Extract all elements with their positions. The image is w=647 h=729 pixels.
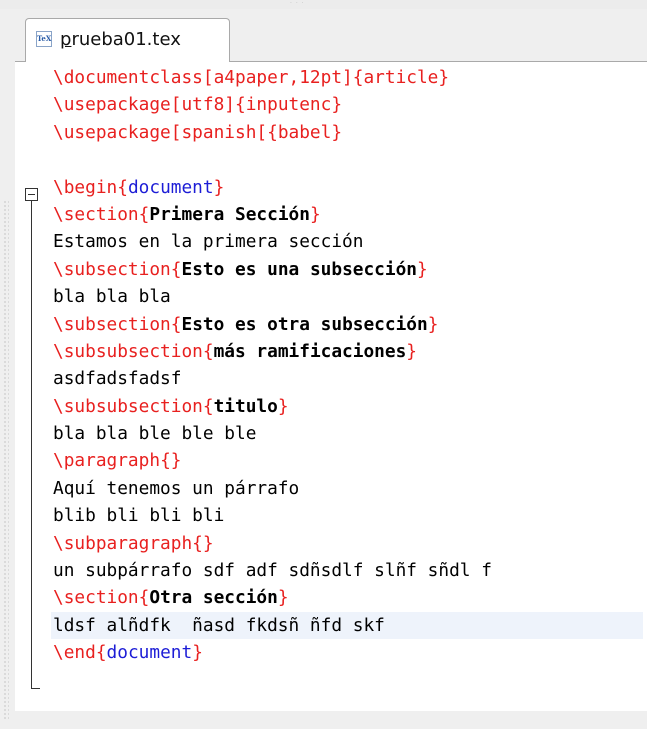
brace: {} <box>160 450 182 472</box>
latex-command: \subsubsection <box>53 340 203 362</box>
drag-handle-dots: · · · <box>290 0 305 7</box>
code-line[interactable]: \subsubsection{titulo} <box>53 393 643 420</box>
brace: } <box>309 203 321 225</box>
code-editor[interactable]: \documentclass[a4paper,12pt]{article} \u… <box>15 61 647 711</box>
brace: {} <box>192 532 214 554</box>
brace: } <box>213 176 225 198</box>
brace: { <box>138 203 150 225</box>
brace: { <box>202 340 214 362</box>
tab-label-rest: rueba01.tex <box>71 29 181 50</box>
section-title: titulo <box>213 395 278 417</box>
code-line-empty[interactable] <box>53 146 643 173</box>
brace: } <box>192 642 203 664</box>
code-line[interactable]: \section{Primera Sección} <box>53 201 643 228</box>
section-title: Otra sección <box>149 587 278 609</box>
latex-options: [a4paper,12pt]{article} <box>202 67 450 88</box>
code-line[interactable]: blib bli bli bli <box>53 502 643 529</box>
code-line[interactable]: \subsubsection{más ramificaciones} <box>53 338 643 365</box>
latex-argument: document <box>106 642 193 664</box>
tab-label: prueba01.tex <box>60 29 181 51</box>
fold-range-line <box>31 201 32 689</box>
code-line[interactable]: Aquí tenemos un párrafo <box>53 475 643 502</box>
brace: { <box>95 642 107 664</box>
latex-command: \documentclass <box>53 67 203 88</box>
code-line[interactable]: \subsection{Esto es otra subsección} <box>53 311 643 338</box>
code-line-current[interactable]: ldsf alñdfk ñasd fkdsñ ñfd skf <box>51 611 643 640</box>
code-line[interactable]: \usepackage[utf8]{inputenc} <box>53 91 643 118</box>
latex-command: \subsection <box>53 258 171 280</box>
section-title: Primera Sección <box>149 203 310 225</box>
code-line[interactable]: un subpárrafo sdf adf sdñsdlf slñf sñdl … <box>53 557 643 584</box>
latex-options: [utf8]{inputenc} <box>170 94 343 116</box>
latex-command: \subsection <box>53 313 171 335</box>
latex-command: \paragraph <box>53 450 161 472</box>
tex-file-icon: TeX <box>36 31 52 47</box>
latex-command: \section <box>53 587 139 609</box>
collapse-icon[interactable] <box>25 188 38 201</box>
section-title: Esto es otra subsección <box>181 313 428 335</box>
latex-argument: document <box>127 176 214 198</box>
code-line[interactable]: \paragraph{} <box>53 447 643 474</box>
brace: { <box>117 176 128 198</box>
window-top-strip: · · · <box>0 0 647 9</box>
latex-command: \end <box>53 642 96 664</box>
code-line[interactable]: \subparagraph{} <box>53 530 643 557</box>
code-line[interactable]: \usepackage[spanish[{babel} <box>53 119 643 146</box>
fold-range-end <box>31 688 40 689</box>
section-title: más ramificaciones <box>213 340 407 362</box>
brace: { <box>170 313 182 335</box>
left-edge-dotted-border <box>3 200 9 720</box>
brace: { <box>170 258 182 280</box>
brace: { <box>202 395 214 417</box>
code-line[interactable]: Estamos en la primera sección <box>53 228 643 255</box>
brace: { <box>138 587 150 609</box>
tab-prueba01-tex[interactable]: TeX prueba01.tex <box>25 18 230 62</box>
code-line[interactable]: \end{document} <box>53 639 643 666</box>
brace: } <box>277 395 289 417</box>
brace: } <box>406 340 418 362</box>
latex-options: [spanish[{babel} <box>170 121 343 143</box>
latex-command: \usepackage <box>53 94 171 116</box>
latex-command: \begin <box>53 176 118 198</box>
code-line[interactable]: \subsection{Esto es una subsección} <box>53 256 643 283</box>
latex-command: \subparagraph <box>53 532 193 554</box>
section-title: Esto es una subsección <box>181 258 417 280</box>
latex-command: \section <box>53 203 139 225</box>
brace: } <box>427 313 439 335</box>
latex-command: \subsubsection <box>53 395 203 417</box>
code-line[interactable]: bla bla ble ble ble <box>53 420 643 447</box>
latex-command: \usepackage <box>53 121 171 143</box>
brace: } <box>277 587 289 609</box>
code-line[interactable]: bla bla bla <box>53 283 643 310</box>
fold-gutter <box>15 62 53 711</box>
tab-label-mnemonic: p <box>60 29 72 50</box>
code-line[interactable]: \documentclass[a4paper,12pt]{article} <box>53 64 643 91</box>
code-line[interactable]: \begin{document} <box>53 174 643 201</box>
code-text[interactable]: \documentclass[a4paper,12pt]{article} \u… <box>51 64 643 667</box>
code-line[interactable]: asdfadsfadsf <box>53 365 643 392</box>
brace: } <box>417 258 428 280</box>
code-line[interactable]: \section{Otra sección} <box>53 584 643 611</box>
